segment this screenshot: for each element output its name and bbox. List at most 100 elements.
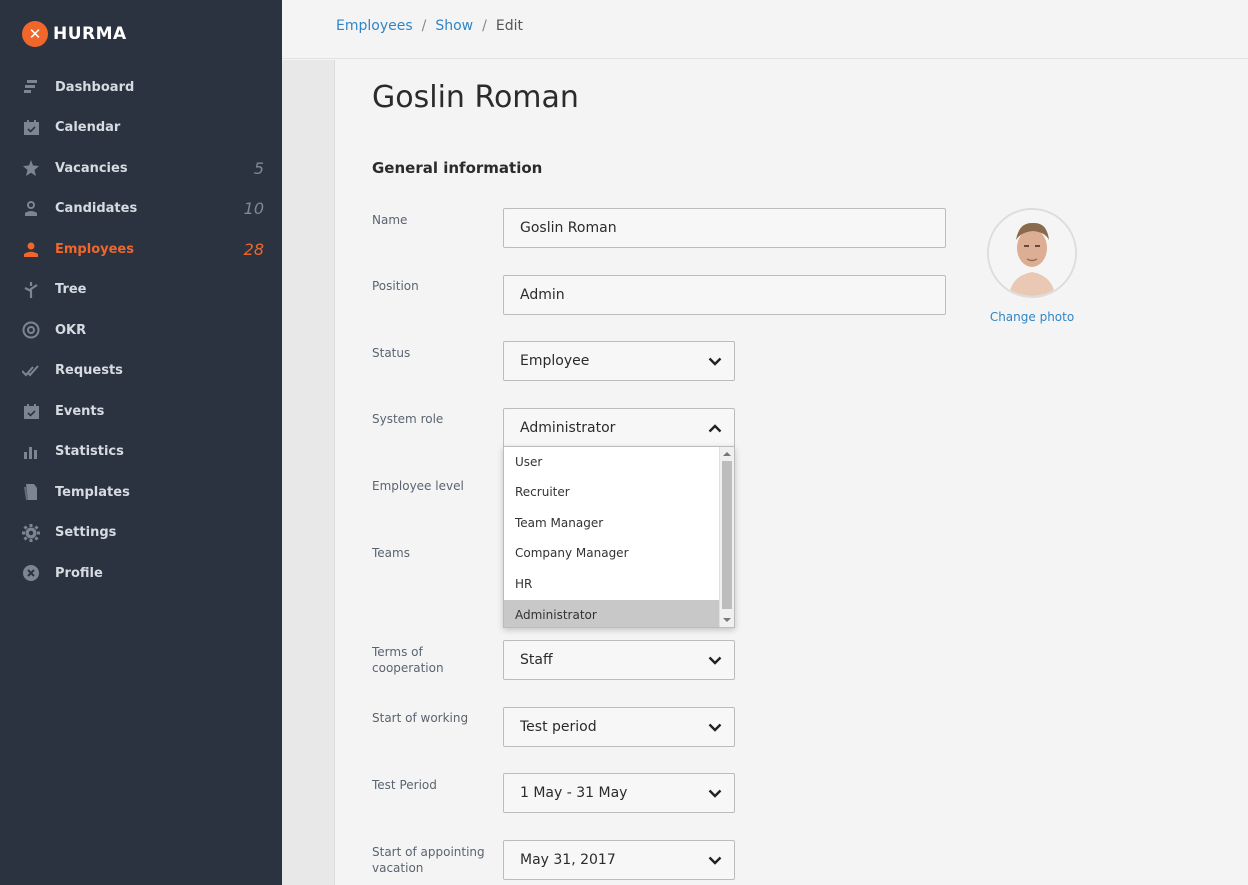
sidebar-item-label: Vacancies	[55, 160, 128, 176]
sidebar-item-label: Candidates	[55, 201, 138, 217]
profile-icon	[22, 564, 40, 582]
sidebar-item-settings[interactable]: Settings	[0, 513, 282, 554]
sidebar-item-profile[interactable]: Profile	[0, 553, 282, 594]
sidebar-item-candidates[interactable]: Candidates 10	[0, 189, 282, 230]
dropdown-option-user[interactable]: User	[504, 447, 719, 477]
chevron-down-icon	[708, 355, 722, 367]
employee-icon	[22, 240, 40, 258]
breadcrumb-separator: /	[482, 18, 487, 34]
requests-icon	[22, 362, 40, 380]
start-working-select-value: Test period	[520, 719, 597, 735]
dropdown-option-hr[interactable]: HR	[504, 569, 719, 599]
sidebar-item-count: 28	[243, 239, 264, 259]
sidebar-item-label: Dashboard	[55, 79, 135, 95]
vacation-label: Start of appointing vacation	[372, 845, 485, 875]
statistics-icon	[22, 443, 40, 461]
chevron-down-icon	[708, 721, 722, 733]
sidebar-item-label: Statistics	[55, 444, 124, 460]
start-working-label: Start of working	[372, 711, 469, 725]
change-photo-link[interactable]: Change photo	[987, 310, 1077, 324]
chevron-down-icon	[708, 854, 722, 866]
breadcrumb-separator: /	[421, 18, 427, 34]
page-title: Goslin Roman	[372, 80, 579, 115]
sidebar-item-statistics[interactable]: Statistics	[0, 432, 282, 473]
start-working-select[interactable]: Test period	[503, 707, 735, 747]
logo[interactable]: ✕ HURMA	[22, 21, 127, 47]
breadcrumb-employees-link[interactable]: Employees	[336, 18, 413, 34]
candidate-icon	[22, 200, 40, 218]
avatar[interactable]	[987, 208, 1077, 298]
test-period-select[interactable]: 1 May - 31 May	[503, 773, 735, 813]
status-select-value: Employee	[520, 353, 590, 369]
breadcrumb-current: Edit	[495, 18, 523, 34]
top-bar: Employees / Show / Edit	[282, 0, 1248, 59]
terms-label: Terms of cooperation	[372, 645, 444, 675]
templates-icon	[22, 483, 40, 501]
sidebar-item-requests[interactable]: Requests	[0, 351, 282, 392]
teams-label: Teams	[372, 546, 410, 560]
sidebar-item-label: Profile	[55, 565, 103, 581]
logo-text: HURMA	[53, 24, 127, 44]
tree-icon	[22, 281, 40, 299]
sidebar-item-label: Tree	[55, 282, 87, 298]
system-role-select-value: Administrator	[520, 420, 616, 436]
sidebar-item-employees[interactable]: Employees 28	[0, 229, 282, 270]
sidebar-item-label: Templates	[55, 484, 130, 500]
dropdown-option-recruiter[interactable]: Recruiter	[504, 477, 719, 507]
test-period-label: Test Period	[372, 778, 437, 792]
position-label: Position	[372, 279, 419, 293]
sidebar-nav: Dashboard Calendar Vacancies 5 Candidate…	[0, 67, 282, 594]
vacation-select[interactable]: May 31, 2017	[503, 840, 735, 880]
dropdown-scrollbar[interactable]	[719, 447, 734, 627]
status-select[interactable]: Employee	[503, 341, 735, 381]
system-role-select[interactable]: Administrator	[503, 408, 735, 448]
calendar-icon	[22, 119, 40, 137]
target-icon	[22, 321, 40, 339]
sidebar-item-templates[interactable]: Templates	[0, 472, 282, 513]
scrollbar-thumb[interactable]	[722, 461, 732, 609]
position-input[interactable]	[503, 275, 946, 315]
sidebar-item-label: Calendar	[55, 120, 121, 136]
breadcrumb: Employees / Show / Edit	[336, 18, 523, 34]
breadcrumb-show-link[interactable]: Show	[435, 18, 473, 34]
sidebar-item-label: Employees	[55, 241, 134, 257]
sidebar-item-label: Requests	[55, 363, 123, 379]
sidebar: ✕ HURMA Dashboard Calendar Vacancies 5 C…	[0, 0, 282, 885]
status-label: Status	[372, 346, 411, 360]
name-label: Name	[372, 213, 408, 227]
events-icon	[22, 402, 40, 420]
sidebar-item-calendar[interactable]: Calendar	[0, 108, 282, 149]
gear-icon	[22, 523, 40, 542]
chevron-down-icon	[708, 787, 722, 799]
sidebar-item-count: 10	[243, 199, 264, 219]
dashboard-icon	[22, 78, 40, 96]
main-content: Goslin Roman General information Name Po…	[336, 60, 1248, 885]
sidebar-item-label: OKR	[55, 322, 87, 338]
dropdown-option-team-manager[interactable]: Team Manager	[504, 508, 719, 538]
section-title: General information	[372, 159, 543, 177]
test-period-select-value: 1 May - 31 May	[520, 785, 628, 801]
chevron-up-icon	[708, 422, 722, 434]
scroll-up-icon[interactable]	[723, 452, 731, 456]
scroll-down-icon[interactable]	[723, 618, 731, 622]
sidebar-item-okr[interactable]: OKR	[0, 310, 282, 351]
sidebar-item-tree[interactable]: Tree	[0, 270, 282, 311]
dropdown-option-company-manager[interactable]: Company Manager	[504, 538, 719, 568]
dropdown-option-administrator[interactable]: Administrator	[504, 600, 719, 627]
sidebar-item-label: Settings	[55, 525, 117, 541]
sidebar-item-label: Events	[55, 403, 105, 419]
terms-select-value: Staff	[520, 652, 553, 668]
employee-level-label: Employee level	[372, 479, 464, 493]
sidebar-item-dashboard[interactable]: Dashboard	[0, 67, 282, 108]
name-input[interactable]	[503, 208, 946, 248]
sidebar-item-events[interactable]: Events	[0, 391, 282, 432]
chevron-down-icon	[708, 654, 722, 666]
logo-icon: ✕	[22, 21, 48, 47]
system-role-label: System role	[372, 412, 444, 426]
content-gutter	[282, 60, 335, 885]
star-icon	[22, 159, 40, 177]
terms-select[interactable]: Staff	[503, 640, 735, 680]
vacation-select-value: May 31, 2017	[520, 852, 616, 868]
sidebar-item-vacancies[interactable]: Vacancies 5	[0, 148, 282, 189]
sidebar-item-count: 5	[253, 158, 264, 178]
